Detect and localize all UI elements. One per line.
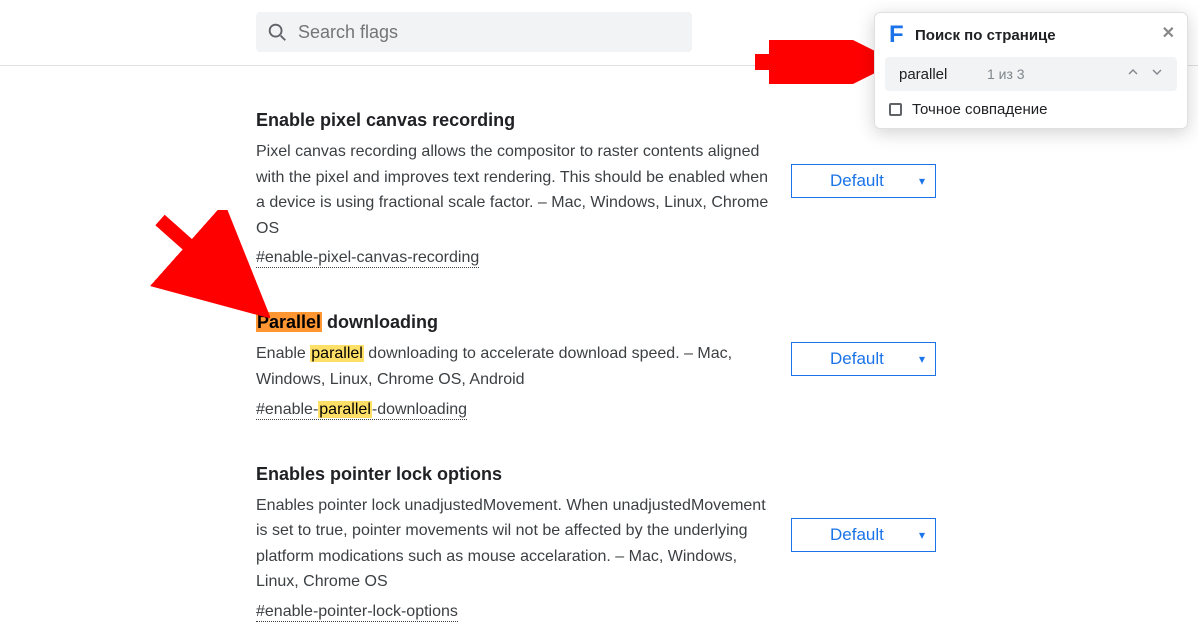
chevron-down-icon: ▾ — [919, 352, 925, 366]
flag-description: Enable parallel downloading to accelerat… — [256, 341, 775, 392]
find-match-count: 1 из 3 — [987, 66, 1121, 82]
flag-item: Enables pointer lock options Enables poi… — [256, 464, 936, 622]
select-value: Default — [830, 525, 884, 545]
find-input-row: 1 из 3 — [885, 57, 1177, 91]
search-flags-input[interactable] — [288, 21, 682, 44]
find-input[interactable] — [897, 65, 987, 84]
search-match: parallel — [318, 401, 372, 418]
annotation-arrow — [150, 210, 270, 320]
close-icon[interactable]: ✕ — [1162, 23, 1175, 43]
chevron-down-icon: ▾ — [919, 528, 925, 542]
find-panel-letter: F — [889, 21, 905, 49]
find-panel-header: F Поиск по странице ✕ — [875, 13, 1187, 55]
flag-hash-link[interactable]: #enable-pixel-canvas-recording — [256, 249, 479, 268]
search-icon — [266, 21, 288, 43]
select-value: Default — [830, 349, 884, 369]
search-flags-box[interactable] — [256, 12, 692, 52]
flag-item: Parallel downloading Enable parallel dow… — [256, 312, 936, 419]
flag-title: Parallel downloading — [256, 312, 775, 333]
select-value: Default — [830, 171, 884, 191]
exact-match-checkbox[interactable] — [889, 103, 902, 116]
find-next-button[interactable] — [1145, 64, 1169, 85]
find-in-page-panel: F Поиск по странице ✕ 1 из 3 Точное совп… — [874, 12, 1188, 129]
flag-title: Enables pointer lock options — [256, 464, 775, 485]
flag-state-select[interactable]: Default ▾ — [791, 342, 936, 376]
flag-description: Enables pointer lock unadjustedMovement.… — [256, 493, 775, 595]
find-prev-button[interactable] — [1121, 64, 1145, 85]
chevron-down-icon: ▾ — [919, 174, 925, 188]
flag-item: Enable pixel canvas recording Pixel canv… — [256, 110, 936, 268]
flag-hash-link[interactable]: #enable-pointer-lock-options — [256, 603, 458, 622]
flag-state-select[interactable]: Default ▾ — [791, 518, 936, 552]
search-match: parallel — [310, 345, 364, 362]
flag-hash-link[interactable]: #enable-parallel-downloading — [256, 401, 467, 420]
flags-list: Enable pixel canvas recording Pixel canv… — [256, 66, 936, 622]
flag-description: Pixel canvas recording allows the compos… — [256, 139, 775, 241]
flag-state-select[interactable]: Default ▾ — [791, 164, 936, 198]
flag-title: Enable pixel canvas recording — [256, 110, 775, 131]
exact-match-label: Точное совпадение — [912, 101, 1048, 118]
annotation-arrow — [750, 40, 880, 84]
find-panel-title: Поиск по странице — [915, 27, 1056, 44]
find-exact-match-row: Точное совпадение — [875, 97, 1187, 118]
